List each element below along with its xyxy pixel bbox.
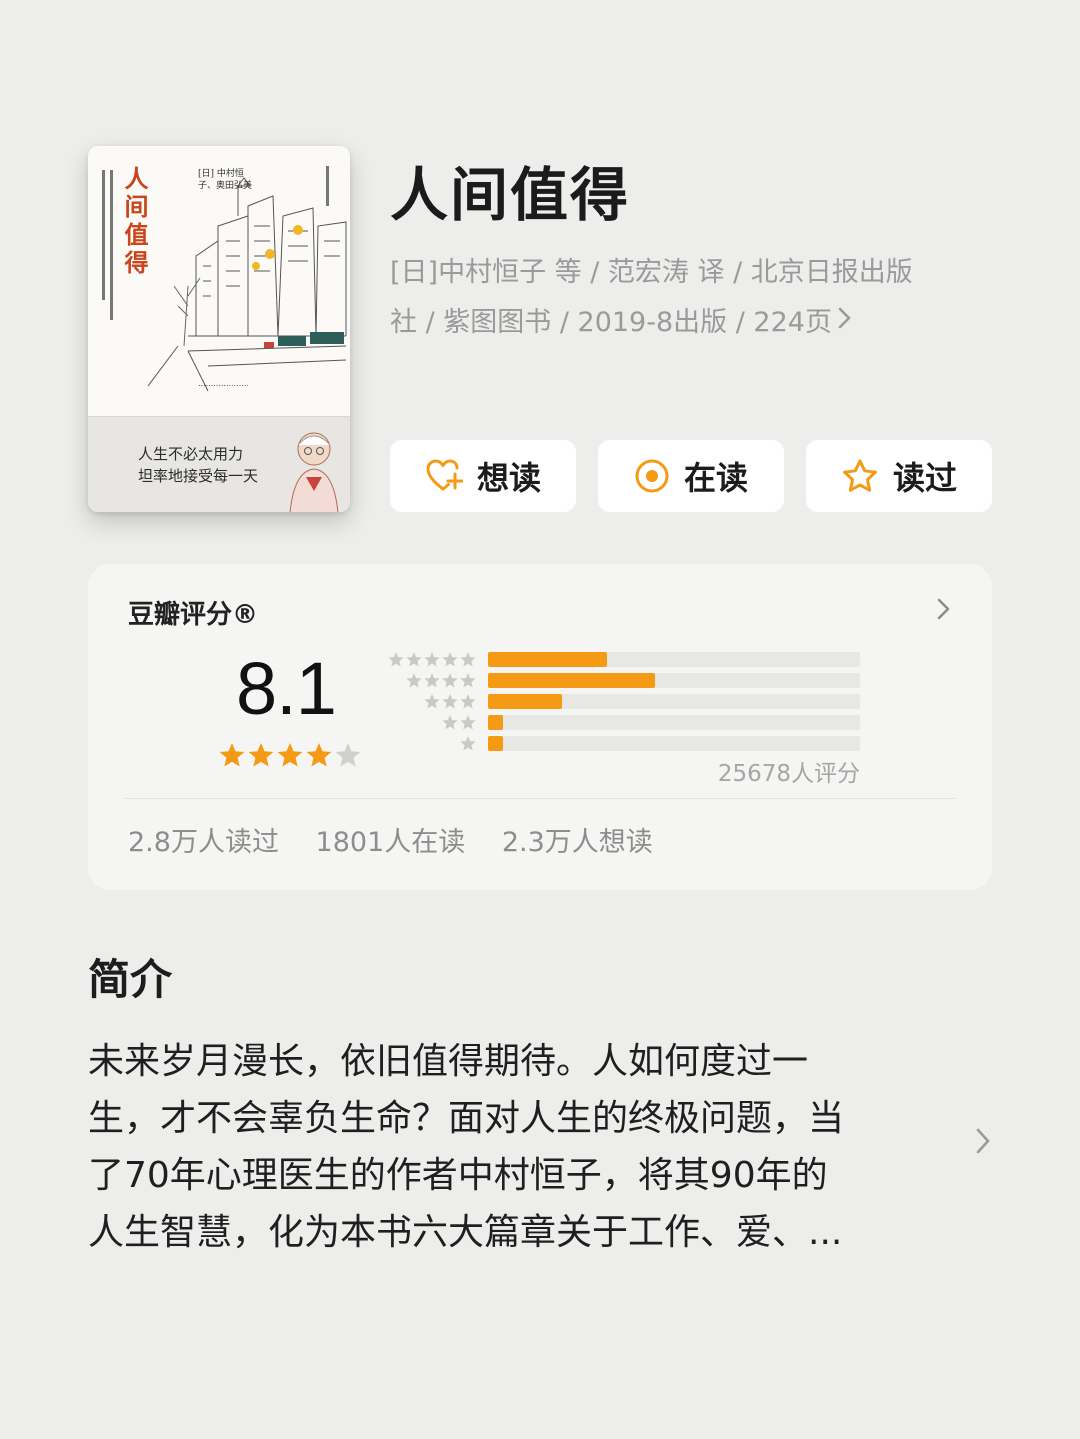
star-icon	[406, 673, 422, 688]
distribution-stars-2	[442, 715, 476, 730]
intro-line: 未来岁月漫长，依旧值得期待。人如何度过一	[88, 1041, 809, 1082]
star-icon	[460, 673, 476, 688]
grandma-illustration	[289, 432, 339, 512]
chevron-right-icon[interactable]	[974, 1124, 992, 1158]
want-count: 2.3万人想读	[501, 827, 653, 858]
star-icon	[442, 694, 458, 709]
cover-band-line2: 坦率地接受每一天	[138, 467, 259, 485]
star-icon	[442, 715, 458, 730]
distribution-bar-1	[488, 736, 503, 751]
distribution-bar-3	[488, 694, 562, 709]
distribution-bar-track	[488, 694, 860, 709]
cover-band: 人生不必太用力 坦率地接受每一天	[88, 416, 350, 512]
reading-button[interactable]: 在读	[598, 440, 784, 512]
star-icon	[460, 652, 476, 667]
rating-score: 8.1	[236, 647, 337, 730]
star-icon	[388, 652, 404, 667]
book-title: 人间值得	[390, 161, 631, 229]
distribution-bar-5	[488, 652, 607, 667]
distribution-bar-2	[488, 715, 503, 730]
distribution-bar-4	[488, 673, 655, 688]
svg-text:....................: ....................	[198, 379, 249, 388]
cover-band-line1: 人生不必太用力	[138, 445, 244, 463]
book-meta-line2-wrap: 社 / 紫图图书 / 2019-8出版 / 224页	[390, 298, 970, 348]
heart-plus-icon	[426, 459, 463, 491]
distribution-stars-4	[406, 673, 476, 688]
intro-line: 了70年心理医生的作者中村恒子，将其90年的	[88, 1155, 828, 1196]
distribution-bar-track	[488, 715, 860, 730]
distribution-stars-3	[424, 694, 476, 709]
intro-line: 人生智慧，化为本书六大篇章关于工作、爱、...	[88, 1212, 843, 1253]
star-empty-icon	[335, 743, 360, 767]
cover-author: [日] 中村恒子、奥田弘美	[198, 169, 253, 191]
chevron-right-icon	[836, 298, 854, 348]
target-circle-icon	[635, 459, 669, 493]
intro-line: 生，才不会辜负生命？面对人生的终极问题，当	[88, 1098, 845, 1139]
book-meta-line1: [日]中村恒子 等 / 范宏涛 译 / 北京日报出版	[390, 257, 913, 288]
rating-distribution	[384, 652, 864, 752]
star-icon	[442, 673, 458, 688]
have-read-label: 读过	[892, 459, 957, 497]
cover-title: 人间值得	[120, 166, 149, 278]
distribution-stars-5	[388, 652, 476, 667]
chevron-right-icon[interactable]	[936, 596, 952, 622]
star-outline-icon	[843, 459, 877, 492]
intro-text[interactable]: 未来岁月漫长，依旧值得期待。人如何度过一 生，才不会辜负生命？面对人生的终极问题…	[88, 1033, 938, 1261]
want-to-read-label: 想读	[476, 459, 541, 497]
star-icon	[460, 715, 476, 730]
action-row: 想读 在读 读过	[390, 440, 992, 512]
star-icon	[424, 694, 440, 709]
distribution-stars-1	[460, 736, 476, 751]
star-filled-icon	[248, 743, 274, 767]
star-icon	[460, 736, 476, 751]
read-count: 2.8万人读过	[128, 827, 279, 858]
reading-count: 1801人在读	[315, 827, 466, 858]
book-cover[interactable]: .................... 人间值得 [日] 中村恒子、奥田弘美 …	[88, 146, 350, 512]
intro-title: 简介	[88, 955, 173, 1004]
star-filled-icon	[219, 743, 245, 767]
book-meta[interactable]: [日]中村恒子 等 / 范宏涛 译 / 北京日报出版 社 / 紫图图书 / 20…	[390, 248, 970, 348]
star-icon	[460, 694, 476, 709]
distribution-bar-track	[488, 652, 860, 667]
star-filled-icon	[306, 743, 332, 767]
book-meta-line2: 社 / 紫图图书 / 2019-8出版 / 224页	[390, 307, 832, 338]
distribution-bar-track	[488, 736, 860, 751]
star-icon	[442, 652, 458, 667]
reader-stats: 2.8万人读过 1801人在读 2.3万人想读	[128, 820, 681, 859]
want-to-read-button[interactable]: 想读	[390, 440, 576, 512]
divider	[124, 798, 956, 799]
star-filled-icon	[277, 743, 303, 767]
distribution-bar-track	[488, 673, 860, 688]
rating-stars	[219, 743, 360, 767]
rating-label: 豆瓣评分®	[128, 600, 259, 630]
star-icon	[424, 673, 440, 688]
star-icon	[406, 652, 422, 667]
reading-label: 在读	[683, 459, 748, 497]
book-detail-page: .................... 人间值得 [日] 中村恒子、奥田弘美 …	[0, 0, 1080, 1439]
star-icon	[424, 652, 440, 667]
rating-card[interactable]: 豆瓣评分® 8.1 25678人评分 2.8万人读过 1801人在读 2.3万人…	[88, 564, 992, 890]
have-read-button[interactable]: 读过	[806, 440, 992, 512]
vote-count: 25678人评分	[717, 761, 860, 787]
